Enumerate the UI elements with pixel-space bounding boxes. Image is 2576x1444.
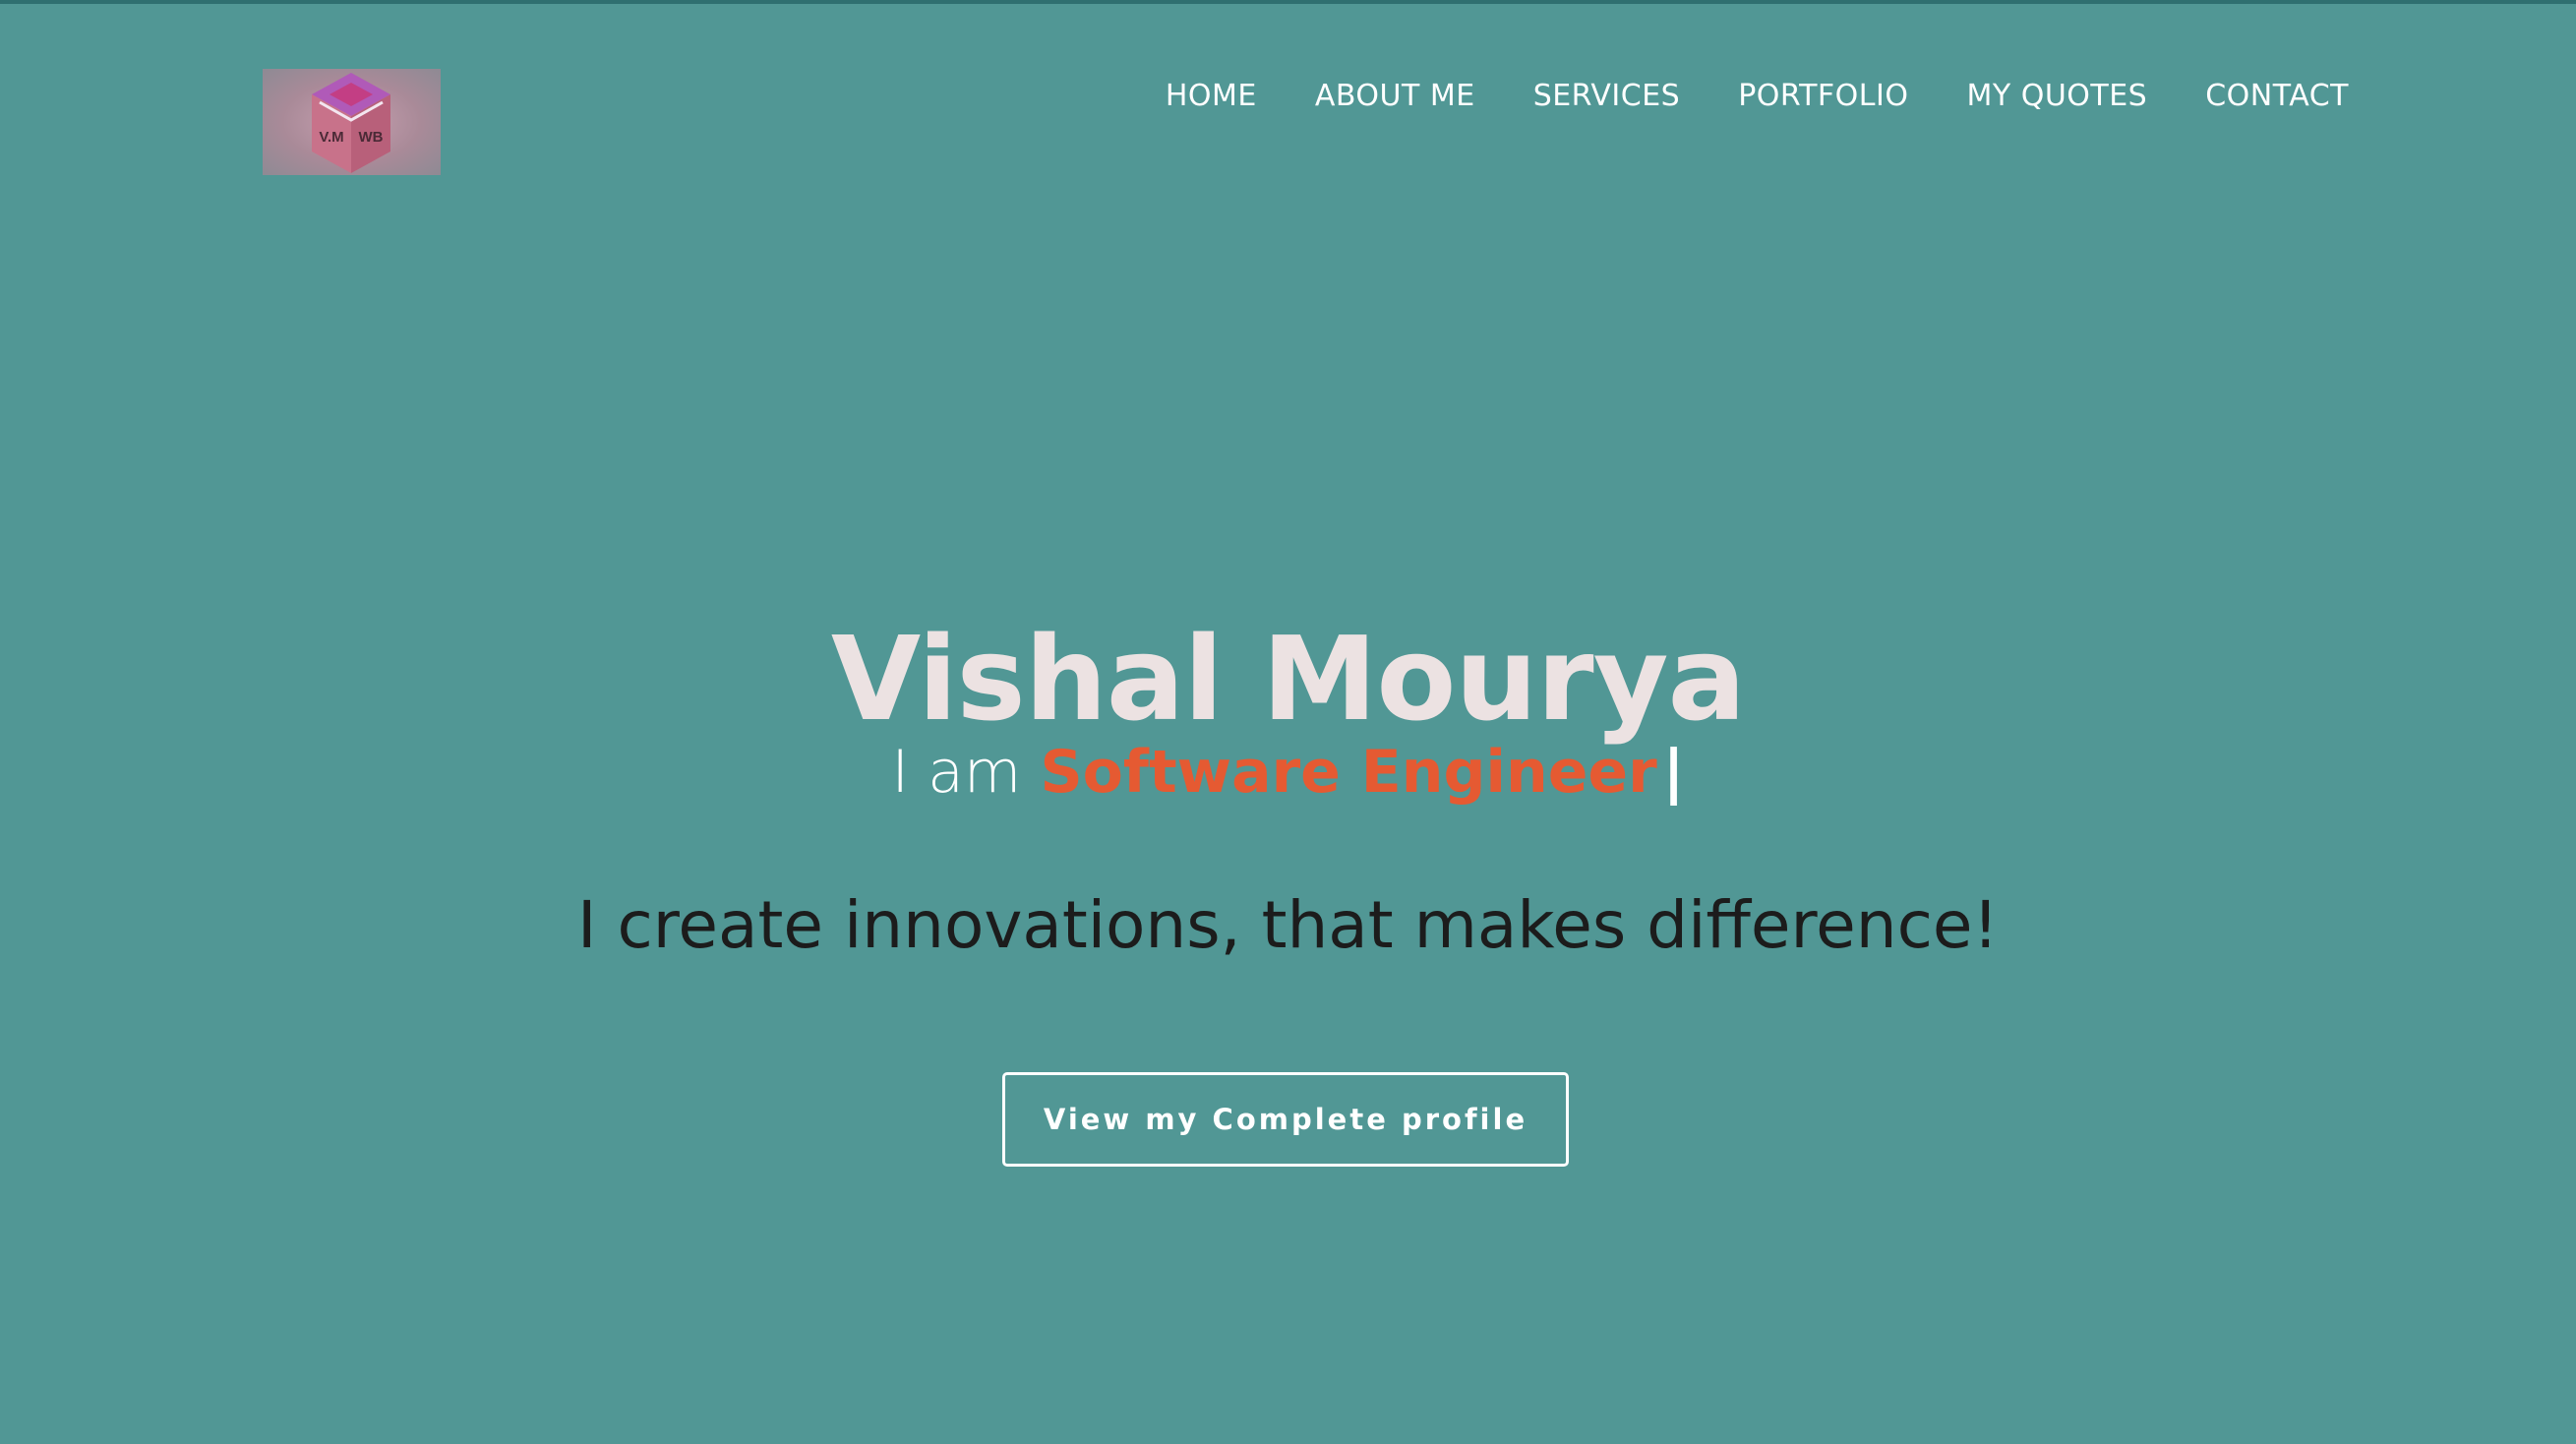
hero-tagline: I create innovations, that makes differe…: [577, 887, 1999, 963]
role-prefix: I am: [891, 738, 1041, 807]
hero-name: Vishal Mourya: [830, 611, 1746, 747]
nav-home[interactable]: HOME: [1166, 79, 1257, 113]
role-typed-word: Software Engineer: [1040, 738, 1657, 807]
nav-my-quotes[interactable]: MY QUOTES: [1966, 79, 2147, 113]
main-nav: HOME ABOUT ME SERVICES PORTFOLIO MY QUOT…: [1108, 79, 2349, 113]
svg-text:WB: WB: [359, 129, 384, 146]
nav-about-me[interactable]: ABOUT ME: [1315, 79, 1475, 113]
typing-cursor: |: [1662, 738, 1685, 807]
hero-section: Vishal Mourya I am Software Engineer | I …: [0, 615, 2576, 965]
nav-portfolio[interactable]: PORTFOLIO: [1738, 79, 1908, 113]
view-profile-button[interactable]: View my Complete profile: [1002, 1072, 1569, 1167]
nav-contact[interactable]: CONTACT: [2205, 79, 2349, 113]
top-border: [0, 0, 2576, 4]
cube-logo-icon: V.M WB: [312, 73, 390, 173]
nav-services[interactable]: SERVICES: [1533, 79, 1681, 113]
svg-text:V.M: V.M: [319, 129, 343, 146]
hero-role-line: I am Software Engineer |: [0, 737, 2576, 808]
site-logo[interactable]: V.M WB: [263, 69, 441, 175]
